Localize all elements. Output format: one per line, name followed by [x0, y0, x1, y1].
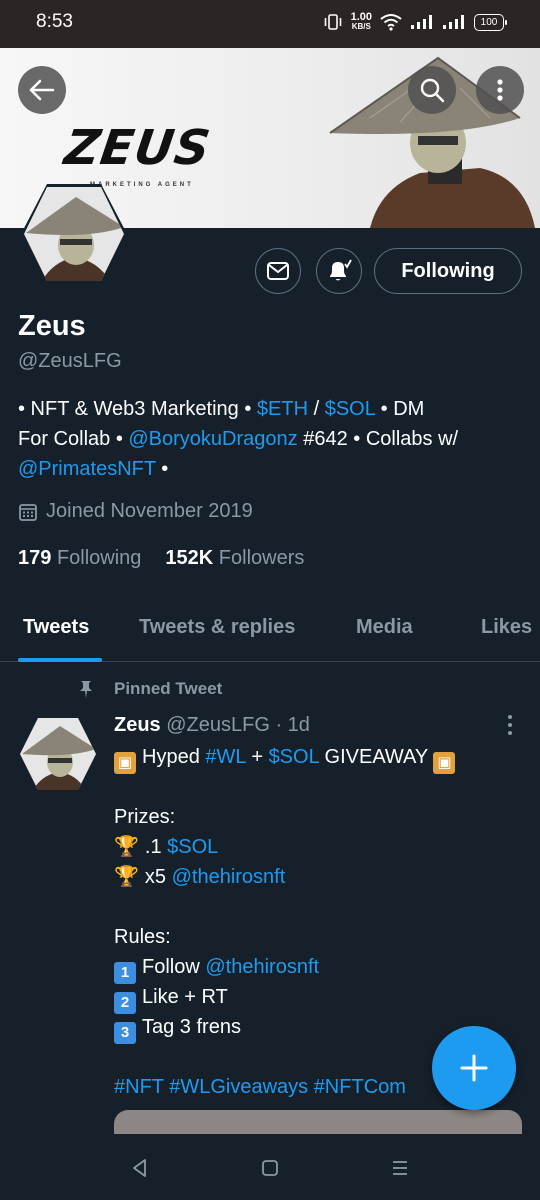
nav-back-button[interactable]: [126, 1154, 154, 1182]
tweet-author-name[interactable]: Zeus: [114, 714, 161, 736]
pin-icon: [80, 681, 92, 698]
menu-lines-icon: [393, 1161, 407, 1175]
gift-icon: ▣: [114, 752, 136, 774]
bell-check-icon: [330, 259, 352, 281]
trophy-icon: 🏆: [114, 836, 139, 858]
search-button[interactable]: [408, 66, 456, 114]
status-bar: 8:53 1.00 KB/S 100: [0, 0, 540, 48]
hashtag-link[interactable]: #WL: [205, 746, 245, 768]
back-button[interactable]: [18, 66, 66, 114]
arrow-left-icon: [29, 79, 55, 101]
tab-media[interactable]: Media: [356, 616, 413, 639]
followers-stat[interactable]: 152K Followers: [165, 547, 304, 570]
profile-avatar[interactable]: [20, 183, 128, 285]
mention-link[interactable]: @PrimatesNFT: [18, 458, 156, 480]
profile-tabs: Tweets Tweets & replies Media Likes: [0, 598, 540, 662]
following-stat[interactable]: 179 Following: [18, 547, 141, 570]
battery-icon: 100: [474, 13, 507, 31]
cashtag-link[interactable]: $ETH: [257, 398, 308, 420]
trophy-icon: 🏆: [114, 866, 139, 888]
wifi-icon: [380, 14, 402, 31]
active-tab-indicator: [18, 658, 102, 662]
gift-icon: ▣: [433, 752, 456, 774]
more-options-button[interactable]: [476, 66, 524, 114]
nav-home-button[interactable]: [256, 1154, 284, 1182]
profile-handle: @ZeusLFG: [18, 350, 122, 372]
compose-tweet-button[interactable]: [432, 1026, 516, 1110]
mention-link[interactable]: @thehirosnft: [205, 956, 319, 978]
tab-tweets[interactable]: Tweets: [23, 616, 89, 639]
mail-icon: [267, 262, 289, 280]
back-triangle-icon: [133, 1159, 146, 1177]
cashtag-link[interactable]: $SOL: [325, 398, 375, 420]
keycap-three-icon: 3: [114, 1022, 136, 1044]
signal-icon: [443, 15, 464, 29]
more-vertical-icon: [497, 79, 503, 101]
tab-tweets-replies[interactable]: Tweets & replies: [139, 616, 295, 639]
tweet-author-meta: @ZeusLFG · 1d: [166, 714, 310, 736]
home-square-icon: [262, 1160, 278, 1176]
profile-stats: 179 Following 152K Followers: [18, 547, 304, 570]
network-speed: 1.00 KB/S: [350, 11, 372, 32]
keycap-one-icon: 1: [114, 962, 136, 984]
message-button[interactable]: [255, 248, 301, 294]
system-nav-bar: [0, 1134, 540, 1200]
status-icons: 1.00 KB/S 100: [323, 11, 507, 32]
tweet-more-icon[interactable]: [502, 713, 518, 737]
pinned-label: Pinned Tweet: [76, 679, 222, 699]
keycap-two-icon: 2: [114, 992, 136, 1014]
banner-brand: ZEUS: [61, 120, 215, 176]
plus-icon: [460, 1054, 488, 1082]
tweet-header: Zeus @ZeusLFG · 1d: [114, 714, 310, 737]
tab-likes[interactable]: Likes: [481, 616, 532, 639]
mention-link[interactable]: @BoryokuDragonz: [128, 428, 297, 450]
search-icon: [420, 78, 445, 103]
calendar-icon: [19, 503, 37, 521]
vibrate-icon: [324, 14, 341, 30]
tweet-author-avatar[interactable]: [18, 716, 98, 792]
mention-link[interactable]: @thehirosnft: [172, 866, 286, 888]
profile-bio: • NFT & Web3 Marketing • $ETH / $SOL • D…: [18, 398, 459, 480]
cashtag-link[interactable]: $SOL: [269, 746, 319, 768]
status-time: 8:53: [36, 11, 73, 32]
signal-icon: [411, 15, 432, 29]
profile-name: Zeus: [18, 310, 86, 342]
joined-date: Joined November 2019: [18, 500, 253, 523]
notifications-button[interactable]: [316, 248, 362, 294]
cashtag-link[interactable]: $SOL: [167, 836, 218, 858]
hashtags[interactable]: #NFT #WLGiveaways #NFTCom: [114, 1076, 406, 1098]
following-button[interactable]: Following: [374, 248, 522, 294]
nav-recents-button[interactable]: [386, 1154, 414, 1182]
